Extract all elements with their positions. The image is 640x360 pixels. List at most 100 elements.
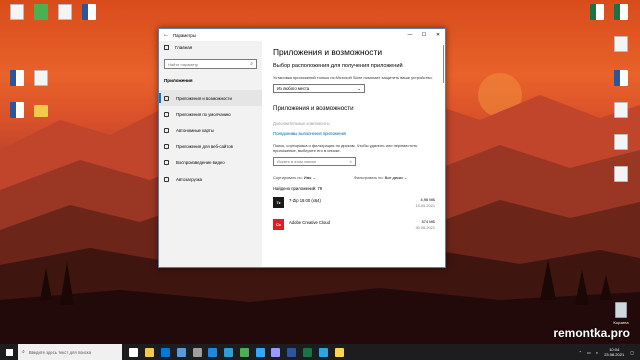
network-icon[interactable]: ▭ — [587, 350, 591, 355]
sidebar-item-video-playback[interactable]: Воспроизведение видео — [159, 155, 262, 171]
store-icon[interactable] — [176, 347, 186, 357]
desktop-icon-word-2[interactable] — [4, 70, 30, 88]
app-list-search-placeholder: Искать в этом списке — [277, 159, 317, 164]
chevron-down-icon: ⌄ — [403, 175, 408, 180]
app-icon — [34, 4, 48, 20]
desktop-icon-file-5[interactable] — [608, 102, 634, 120]
settings-icon[interactable] — [192, 347, 202, 357]
sidebar-item-default-apps[interactable]: Приложения по умолчанию — [159, 106, 262, 122]
desktop-icon-file-4[interactable] — [608, 36, 634, 54]
optional-features-link[interactable]: Дополнительные компоненты — [273, 121, 435, 126]
word-icon[interactable] — [287, 347, 297, 357]
filter-dropdown[interactable]: Фильтровать по: Все диски ⌄ — [354, 175, 435, 180]
site-watermark: remontka.pro — [553, 326, 630, 340]
sort-label: Сортировать по: — [273, 175, 303, 180]
folder-icon — [34, 105, 48, 117]
file-icon — [614, 134, 628, 150]
explorer-icon[interactable] — [145, 347, 155, 357]
sidebar-home[interactable]: Главная — [159, 41, 262, 54]
app-date: 30.06.2021 — [415, 225, 435, 230]
windows-logo-icon — [5, 348, 13, 356]
list-item[interactable]: Cc Adobe Creative Cloud 574 МБ 30.06.202… — [273, 219, 435, 235]
install-location-heading: Выбор расположения для получения приложе… — [273, 63, 403, 69]
apps-list-icon — [164, 95, 169, 101]
mail-icon[interactable] — [160, 347, 170, 357]
excel-icon[interactable] — [302, 347, 312, 357]
settings-sidebar: Главная Найти параметр ⌕ Приложения Прил… — [159, 41, 262, 267]
startup-icon — [164, 176, 169, 182]
sidebar-item-startup[interactable]: Автозагрузка — [159, 171, 262, 187]
volume-icon[interactable]: ◖ — [596, 350, 598, 355]
word-document-icon — [614, 70, 628, 86]
install-location-description: Установка приложений только из Microsoft… — [273, 75, 433, 80]
website-icon — [164, 144, 169, 150]
sidebar-item-label: Приложения и возможности — [176, 95, 232, 101]
sidebar-item-apps-features[interactable]: Приложения и возможности — [159, 90, 262, 107]
app-name: 7-Zip 19.00 (x64) — [289, 198, 321, 203]
app-list-search-input[interactable]: Искать в этом списке ⌕ — [273, 157, 356, 166]
desktop-icon-file-1[interactable] — [4, 4, 30, 22]
sidebar-item-label: Автономные карты — [176, 127, 214, 133]
taskbar-search-placeholder: Введите здесь текст для поиска — [28, 349, 92, 355]
desktop-icon-word-4[interactable] — [608, 70, 634, 88]
desktop-icon-file-6[interactable] — [608, 134, 634, 152]
sidebar-home-label: Главная — [175, 45, 193, 50]
desktop-icon-excel-1[interactable] — [584, 4, 610, 22]
file-icon — [614, 36, 628, 52]
file-icon — [614, 166, 628, 182]
desktop-icon-word-3[interactable] — [4, 102, 30, 120]
taskbar-search-box[interactable]: ⌕ Введите здесь текст для поиска — [18, 344, 122, 360]
sidebar-item-offline-maps[interactable]: Автономные карты — [159, 122, 262, 138]
photoshop-icon[interactable] — [255, 347, 265, 357]
edge-icon[interactable] — [224, 347, 234, 357]
window-title: Параметры — [173, 32, 196, 38]
window-titlebar[interactable]: ← Параметры — ☐ ✕ — [159, 29, 445, 41]
telegram-icon[interactable] — [318, 347, 328, 357]
content-scrollbar[interactable] — [442, 45, 444, 83]
notifications-icon[interactable]: ▢ — [630, 350, 634, 355]
desktop-icon-recycle-bin[interactable]: Корзина — [608, 302, 634, 325]
desktop-icon-folder[interactable] — [28, 102, 54, 119]
default-apps-icon — [164, 111, 169, 117]
page-title: Приложения и возможности — [273, 47, 382, 57]
notes-icon[interactable] — [334, 347, 344, 357]
taskbar-pinned-apps — [126, 347, 347, 357]
chrome-icon[interactable] — [239, 347, 249, 357]
minimize-button[interactable]: — — [403, 32, 417, 38]
taskbar-clock[interactable]: 10:04 23.08.2021 — [604, 347, 624, 357]
sort-filter-row: Сортировать по: Имя ⌄ Фильтровать по: Вс… — [273, 175, 435, 180]
start-button[interactable] — [0, 344, 18, 360]
back-arrow-icon[interactable]: ← — [159, 32, 173, 38]
word-document-icon — [10, 70, 24, 86]
file-icon — [34, 70, 48, 86]
system-tray: ⌃ ▭ ◖ 10:04 23.08.2021 ▢ — [579, 347, 640, 357]
recycle-bin-icon — [615, 302, 627, 318]
filter-value: Все диски — [384, 175, 403, 180]
chevron-up-icon[interactable]: ⌃ — [579, 350, 582, 355]
install-location-dropdown[interactable]: Из любого места ⌄ — [273, 84, 365, 93]
word-document-icon — [82, 4, 96, 20]
list-item[interactable]: 7z 7-Zip 19.00 (x64) 4,96 МБ 19.05.2021 — [273, 197, 435, 213]
maximize-button[interactable]: ☐ — [417, 32, 431, 38]
desktop-icon-file-7[interactable] — [608, 166, 634, 184]
chevron-down-icon: ⌄ — [357, 85, 361, 91]
desktop-icon-excel-2[interactable] — [608, 4, 634, 22]
search-icon: ⌕ — [22, 349, 25, 355]
settings-search-input[interactable]: Найти параметр ⌕ — [164, 59, 257, 69]
desktop-icon-file-2[interactable] — [52, 4, 78, 22]
app-date: 19.05.2021 — [415, 203, 435, 208]
task-view-icon[interactable] — [129, 347, 139, 357]
sort-dropdown[interactable]: Сортировать по: Имя ⌄ — [273, 175, 354, 180]
apps-features-heading: Приложения и возможности — [273, 105, 354, 112]
settings-content: Приложения и возможности Выбор расположе… — [262, 41, 445, 267]
desktop-icon-file-3[interactable] — [28, 70, 54, 88]
sidebar-item-apps-websites[interactable]: Приложения для веб-сайтов — [159, 139, 262, 155]
map-icon — [164, 127, 169, 133]
desktop-icon-word-1[interactable] — [76, 4, 102, 22]
vscode-icon[interactable] — [208, 347, 218, 357]
desktop-icon-app-1[interactable] — [28, 4, 54, 22]
premiere-icon[interactable] — [271, 347, 281, 357]
7zip-icon: 7z — [273, 197, 284, 208]
app-execution-aliases-link[interactable]: Псевдонимы выполнения приложения — [273, 131, 435, 136]
close-button[interactable]: ✕ — [431, 32, 445, 38]
